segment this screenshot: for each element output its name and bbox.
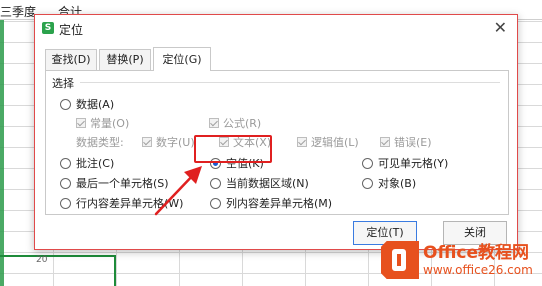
selection-border-right [114, 255, 116, 286]
checkbox-box[interactable] [209, 118, 219, 128]
radio-object[interactable]: 对象(B) [362, 175, 416, 191]
checkbox-error[interactable]: 错误(E) [380, 134, 432, 150]
group-label-select: 选择 [52, 75, 78, 91]
watermark-text: Office教程网 www.office26.com [423, 243, 533, 277]
radio-current-region[interactable]: 当前数据区域(N) [210, 175, 309, 191]
radio-dot[interactable] [60, 177, 71, 189]
checkbox-logical[interactable]: 逻辑值(L) [297, 134, 359, 150]
checkbox-number-label: 数字(U) [156, 136, 195, 149]
office-logo-icon [381, 241, 419, 279]
selection-border-left [0, 20, 4, 286]
radio-visible-cells-label: 可见单元格(Y) [378, 157, 449, 170]
radio-data-label: 数据(A) [76, 98, 115, 111]
goto-dialog: S 定位 ✕ 查找(D) 替换(P) 定位(G) 选择 数据(A) 常量(O) … [34, 14, 518, 250]
goto-panel: 选择 数据(A) 常量(O) 公式(R) 数据类型: 数字(U) 文本(X) 逻… [45, 70, 509, 215]
radio-col-diff[interactable]: 列内容差异单元格(M) [210, 195, 332, 211]
radio-visible-cells[interactable]: 可见单元格(Y) [362, 155, 448, 171]
radio-current-region-label: 当前数据区域(N) [226, 177, 309, 190]
tab-find[interactable]: 查找(D) [45, 49, 97, 71]
checkbox-formula-label: 公式(R) [223, 117, 262, 130]
checkbox-box[interactable] [76, 118, 86, 128]
row-number: 20 [36, 255, 48, 265]
watermark-logo: Office教程网 www.office26.com [381, 238, 533, 282]
group-divider [80, 82, 500, 83]
radio-comment-label: 批注(C) [76, 157, 115, 170]
checkbox-box[interactable] [297, 137, 307, 147]
app-logo-icon: S [42, 22, 54, 34]
dialog-title: 定位 [59, 23, 84, 37]
dialog-titlebar[interactable]: S 定位 ✕ [35, 15, 517, 41]
radio-data[interactable]: 数据(A) [60, 96, 114, 112]
radio-dot[interactable] [362, 177, 373, 189]
checkbox-constant-label: 常量(O) [90, 117, 130, 130]
selection-border-bottom [0, 255, 116, 257]
watermark-line1: Office教程网 [423, 243, 530, 263]
radio-col-diff-label: 列内容差异单元格(M) [226, 197, 333, 210]
highlight-annotation [194, 135, 272, 163]
radio-comment[interactable]: 批注(C) [60, 155, 114, 171]
close-icon[interactable]: ✕ [494, 18, 507, 37]
tab-goto[interactable]: 定位(G) [153, 47, 211, 71]
tab-replace[interactable]: 替换(P) [99, 49, 151, 71]
checkbox-box[interactable] [142, 137, 152, 147]
checkbox-error-label: 错误(E) [394, 136, 432, 149]
data-type-label: 数据类型: [76, 136, 124, 149]
watermark-line2: www.office26.com [423, 263, 533, 277]
checkbox-box[interactable] [380, 137, 390, 147]
radio-object-label: 对象(B) [378, 177, 417, 190]
radio-dot[interactable] [210, 197, 221, 209]
radio-dot[interactable] [362, 157, 373, 169]
checkbox-logical-label: 逻辑值(L) [311, 136, 359, 149]
checkbox-constant[interactable]: 常量(O) [76, 115, 129, 131]
radio-dot[interactable] [60, 197, 71, 209]
radio-dot[interactable] [210, 177, 221, 189]
checkbox-formula[interactable]: 公式(R) [209, 115, 261, 131]
radio-dot[interactable] [60, 157, 71, 169]
radio-dot[interactable] [60, 98, 71, 110]
checkbox-number[interactable]: 数字(U) [142, 134, 195, 150]
arrow-annotation-icon [154, 166, 202, 216]
